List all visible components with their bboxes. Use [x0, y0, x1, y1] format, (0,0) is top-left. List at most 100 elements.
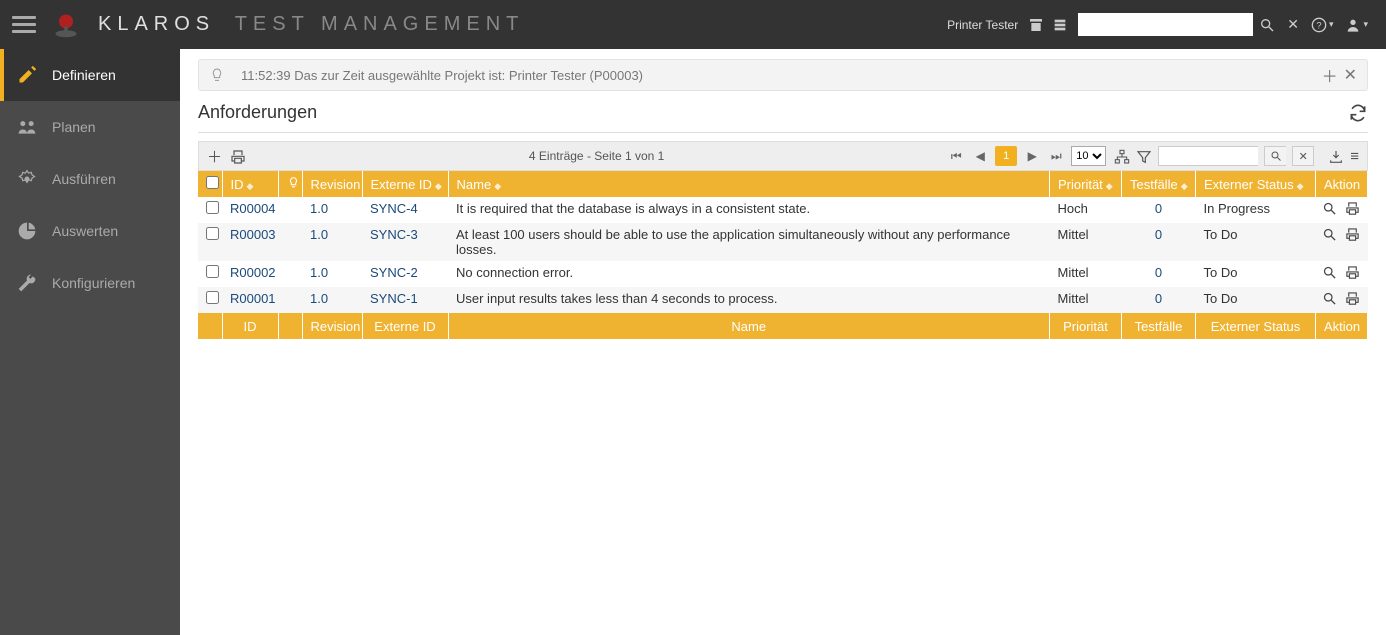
row-testcases-link[interactable]: 0: [1155, 227, 1162, 242]
help-menu[interactable]: ?▾: [1305, 17, 1340, 33]
row-name: It is required that the database is alwa…: [448, 197, 1050, 223]
sidebar-item-ausfuehren[interactable]: Ausführen: [0, 153, 180, 205]
tree-icon[interactable]: [1114, 147, 1130, 164]
current-page: 1: [995, 146, 1017, 166]
notification-add-icon[interactable]: ＋: [1322, 63, 1338, 87]
col-revision[interactable]: Revision: [302, 171, 362, 197]
table-row: R000021.0SYNC-2No connection error.Mitte…: [198, 261, 1368, 287]
plan-icon: [16, 117, 38, 138]
last-page-icon[interactable]: ⏭: [1047, 149, 1065, 164]
row-status: In Progress: [1196, 197, 1316, 223]
table-row: R00003 1.0 SYNC-3 At least 100 users should…: [198, 223, 1368, 261]
row-rev-link[interactable]: 1.0: [310, 201, 328, 216]
table-search-button[interactable]: [1264, 146, 1286, 166]
row-ext-link[interactable]: SYNC-1: [370, 291, 418, 306]
sidebar-item-planen[interactable]: Planen: [0, 101, 180, 153]
define-icon: [16, 65, 38, 86]
hamburger-menu-icon[interactable]: [12, 12, 36, 37]
table-search-input[interactable]: [1158, 146, 1258, 166]
row-priority: Mittel: [1050, 223, 1122, 261]
row-name: At least 100 users should be able to use…: [448, 223, 1050, 261]
row-testcases-link[interactable]: 0: [1155, 265, 1162, 280]
pager: ⏮ ◀ 1 ▶ ⏭ 10: [947, 146, 1106, 166]
notification-close-icon[interactable]: ✕: [1344, 65, 1357, 85]
row-view-icon[interactable]: [1322, 227, 1337, 245]
print-icon[interactable]: [230, 147, 246, 164]
row-checkbox[interactable]: [206, 201, 219, 214]
refresh-icon[interactable]: [1348, 101, 1368, 124]
menu-icon[interactable]: ≡: [1350, 148, 1359, 165]
col-testfaelle[interactable]: Testfälle◆: [1122, 171, 1196, 197]
row-checkbox[interactable]: [206, 227, 219, 240]
row-status: To Do: [1196, 261, 1316, 287]
row-id-link[interactable]: R00004: [230, 201, 276, 216]
col-aktion: Aktion: [1316, 171, 1368, 197]
sidebar-item-auswerten[interactable]: Auswerten: [0, 205, 180, 257]
row-print-icon[interactable]: [1345, 291, 1360, 309]
add-icon[interactable]: ＋: [207, 146, 222, 167]
sidebar-item-label: Planen: [52, 119, 96, 135]
row-rev-link[interactable]: 1.0: [310, 291, 328, 306]
notification-text: 11:52:39 Das zur Zeit ausgewählte Projek…: [241, 68, 643, 83]
search-button[interactable]: [1253, 17, 1281, 33]
col-name[interactable]: Name◆: [448, 171, 1050, 197]
row-rev-link[interactable]: 1.0: [310, 265, 328, 280]
filter-icon[interactable]: [1136, 147, 1152, 164]
row-testcases-link[interactable]: 0: [1155, 291, 1162, 306]
main-content: 11:52:39 Das zur Zeit ausgewählte Projek…: [180, 49, 1386, 635]
row-view-icon[interactable]: [1322, 291, 1337, 309]
next-page-icon[interactable]: ▶: [1023, 149, 1041, 163]
configure-icon: [16, 273, 38, 294]
project-label: Printer Tester: [947, 18, 1018, 32]
user-menu[interactable]: ▾: [1339, 17, 1374, 33]
row-priority: Mittel: [1050, 261, 1122, 287]
sidebar-item-label: Konfigurieren: [52, 275, 135, 291]
clear-search-button[interactable]: ✕: [1281, 16, 1305, 33]
row-ext-link[interactable]: SYNC-3: [370, 227, 418, 242]
row-id-link[interactable]: R00001: [230, 291, 276, 306]
row-testcases-link[interactable]: 0: [1155, 201, 1162, 216]
col-checkbox[interactable]: [198, 171, 222, 197]
row-print-icon[interactable]: [1345, 201, 1360, 219]
notification-bar: 11:52:39 Das zur Zeit ausgewählte Projek…: [198, 59, 1368, 91]
sidebar-item-label: Ausführen: [52, 171, 116, 187]
col-status[interactable]: Externer Status◆: [1196, 171, 1316, 197]
table-toolbar: ＋ 4 Einträge - Seite 1 von 1 ⏮ ◀ 1 ▶ ⏭ 1…: [198, 141, 1368, 171]
col-id[interactable]: ID◆: [222, 171, 278, 197]
row-print-icon[interactable]: [1345, 227, 1360, 245]
row-ext-link[interactable]: SYNC-4: [370, 201, 418, 216]
row-priority: Hoch: [1050, 197, 1122, 223]
row-print-icon[interactable]: [1345, 265, 1360, 283]
col-externe-id[interactable]: Externe ID◆: [362, 171, 448, 197]
page-title: Anforderungen: [198, 102, 317, 123]
app-logo: [52, 11, 80, 39]
row-view-icon[interactable]: [1322, 201, 1337, 219]
row-id-link[interactable]: R00003: [230, 227, 276, 242]
table-row: R00004 1.0 SYNC-4 It is required that the d…: [198, 197, 1368, 223]
row-checkbox[interactable]: [206, 265, 219, 278]
svg-text:?: ?: [1316, 20, 1321, 30]
prev-page-icon[interactable]: ◀: [971, 149, 989, 163]
select-all-checkbox[interactable]: [206, 176, 219, 189]
row-id-link[interactable]: R00002: [230, 265, 276, 280]
row-view-icon[interactable]: [1322, 265, 1337, 283]
app-title: KLAROS TEST MANAGEMENT: [98, 13, 524, 36]
row-rev-link[interactable]: 1.0: [310, 227, 328, 242]
page-info: 4 Einträge - Seite 1 von 1: [254, 149, 939, 163]
export-icon[interactable]: [1328, 147, 1344, 164]
global-search-input[interactable]: [1078, 13, 1253, 36]
sidebar-item-konfigurieren[interactable]: Konfigurieren: [0, 257, 180, 309]
col-prioritaet[interactable]: Priorität◆: [1050, 171, 1122, 197]
sidebar-item-definieren[interactable]: Definieren: [0, 49, 180, 101]
first-page-icon[interactable]: ⏮: [947, 149, 965, 164]
table-row: R000011.0SYNC-1User input results takes …: [198, 287, 1368, 313]
sidebar-item-label: Auswerten: [52, 223, 118, 239]
col-bulb[interactable]: [278, 171, 302, 197]
page-size-select[interactable]: 10: [1071, 146, 1106, 166]
archive-icon[interactable]: [1028, 16, 1044, 33]
table-search-clear[interactable]: ✕: [1292, 146, 1314, 166]
row-checkbox[interactable]: [206, 291, 219, 304]
stack-icon[interactable]: [1052, 16, 1068, 33]
row-ext-link[interactable]: SYNC-2: [370, 265, 418, 280]
row-priority: Mittel: [1050, 287, 1122, 313]
